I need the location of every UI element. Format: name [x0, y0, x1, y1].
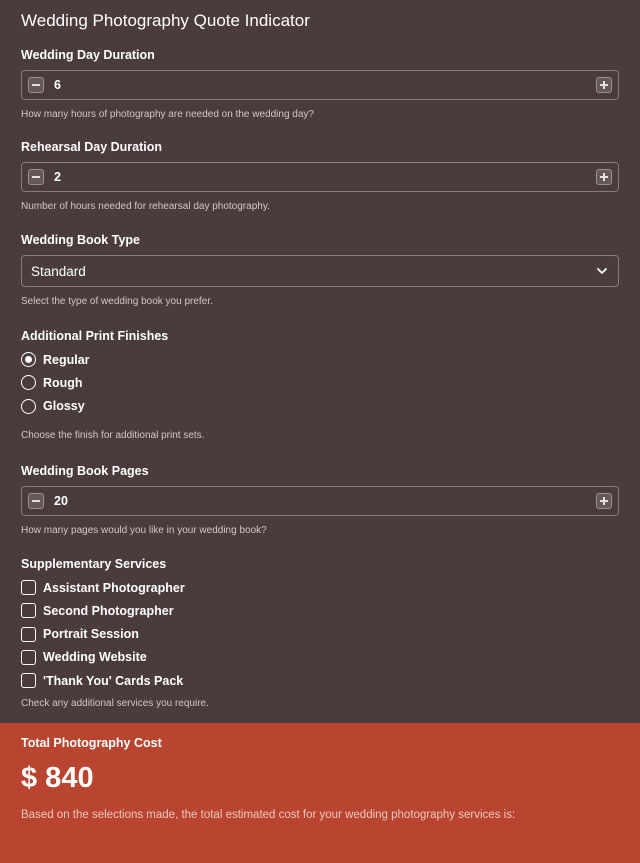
print-finish-option-glossy[interactable]: Glossy: [21, 395, 619, 418]
print-finishes-label: Additional Print Finishes: [21, 329, 169, 343]
book-pages-stepper[interactable]: 20: [21, 485, 619, 516]
minus-icon: [32, 84, 40, 86]
radio-button[interactable]: [21, 375, 36, 391]
service-option-thank-you-cards[interactable]: 'Thank You' Cards Pack: [21, 669, 619, 692]
checkbox[interactable]: [21, 649, 36, 665]
checkbox-label: Assistant Photographer: [43, 580, 185, 595]
rehearsal-day-decrement-button[interactable]: [28, 169, 44, 185]
service-option-wedding-website[interactable]: Wedding Website: [21, 646, 619, 669]
radio-label: Glossy: [43, 399, 85, 414]
checkbox-label: Portrait Session: [43, 627, 139, 642]
rehearsal-day-stepper[interactable]: 2: [21, 162, 619, 192]
supplementary-help: Check any additional services you requir…: [21, 698, 209, 710]
rehearsal-day-increment-button[interactable]: [596, 169, 612, 185]
book-pages-increment-button[interactable]: [596, 492, 612, 509]
book-pages-label: Wedding Book Pages: [21, 463, 149, 478]
rehearsal-day-value[interactable]: 2: [54, 170, 61, 184]
total-cost-panel: Total Photography Cost $ 840 Based on th…: [0, 723, 640, 863]
rehearsal-day-label: Rehearsal Day Duration: [21, 140, 163, 154]
book-type-select[interactable]: Standard: [21, 255, 619, 287]
wedding-day-help: How many hours of photography are needed…: [21, 109, 314, 120]
book-type-label: Wedding Book Type: [21, 233, 140, 247]
checkbox[interactable]: [21, 603, 36, 619]
print-finishes-help: Choose the finish for additional print s…: [21, 429, 205, 441]
radio-button[interactable]: [21, 352, 36, 368]
supplementary-label: Supplementary Services: [21, 556, 167, 571]
wedding-day-value[interactable]: 6: [54, 78, 61, 92]
quote-form: Wedding Photography Quote Indicator Wedd…: [0, 0, 640, 711]
total-cost-value: $ 840: [21, 762, 94, 794]
book-type-help: Select the type of wedding book you pref…: [21, 296, 213, 307]
rehearsal-day-help: Number of hours needed for rehearsal day…: [21, 201, 270, 212]
wedding-day-label: Wedding Day Duration: [21, 48, 155, 62]
page-title: Wedding Photography Quote Indicator: [21, 11, 310, 30]
checkbox-label: 'Thank You' Cards Pack: [43, 673, 184, 688]
radio-label: Regular: [43, 352, 90, 367]
service-option-second-photographer[interactable]: Second Photographer: [21, 599, 619, 622]
radio-button[interactable]: [21, 398, 36, 414]
service-option-assistant-photographer[interactable]: Assistant Photographer: [21, 576, 619, 599]
total-cost-label: Total Photography Cost: [21, 736, 162, 750]
wedding-day-decrement-button[interactable]: [28, 77, 44, 93]
checkbox[interactable]: [21, 580, 36, 596]
supplementary-checkbox-group: Assistant Photographer Second Photograph…: [21, 576, 619, 692]
wedding-day-increment-button[interactable]: [596, 77, 612, 93]
checkbox-label: Wedding Website: [43, 650, 147, 665]
checkbox-label: Second Photographer: [43, 603, 174, 618]
minus-icon: [32, 176, 40, 178]
book-pages-decrement-button[interactable]: [28, 492, 44, 509]
chevron-down-icon: [597, 268, 607, 274]
print-finish-option-rough[interactable]: Rough: [21, 371, 619, 394]
checkbox[interactable]: [21, 626, 36, 642]
book-pages-help: How many pages would you like in your we…: [21, 524, 267, 536]
book-type-selected-value: Standard: [31, 263, 86, 279]
minus-icon: [32, 500, 40, 502]
radio-label: Rough: [43, 375, 83, 390]
service-option-portrait-session[interactable]: Portrait Session: [21, 622, 619, 645]
wedding-day-stepper[interactable]: 6: [21, 70, 619, 100]
book-pages-value[interactable]: 20: [54, 494, 68, 508]
total-cost-description: Based on the selections made, the total …: [21, 809, 516, 821]
print-finish-option-regular[interactable]: Regular: [21, 348, 619, 371]
checkbox[interactable]: [21, 673, 36, 689]
print-finishes-radio-group: Regular Rough Glossy: [21, 348, 619, 418]
